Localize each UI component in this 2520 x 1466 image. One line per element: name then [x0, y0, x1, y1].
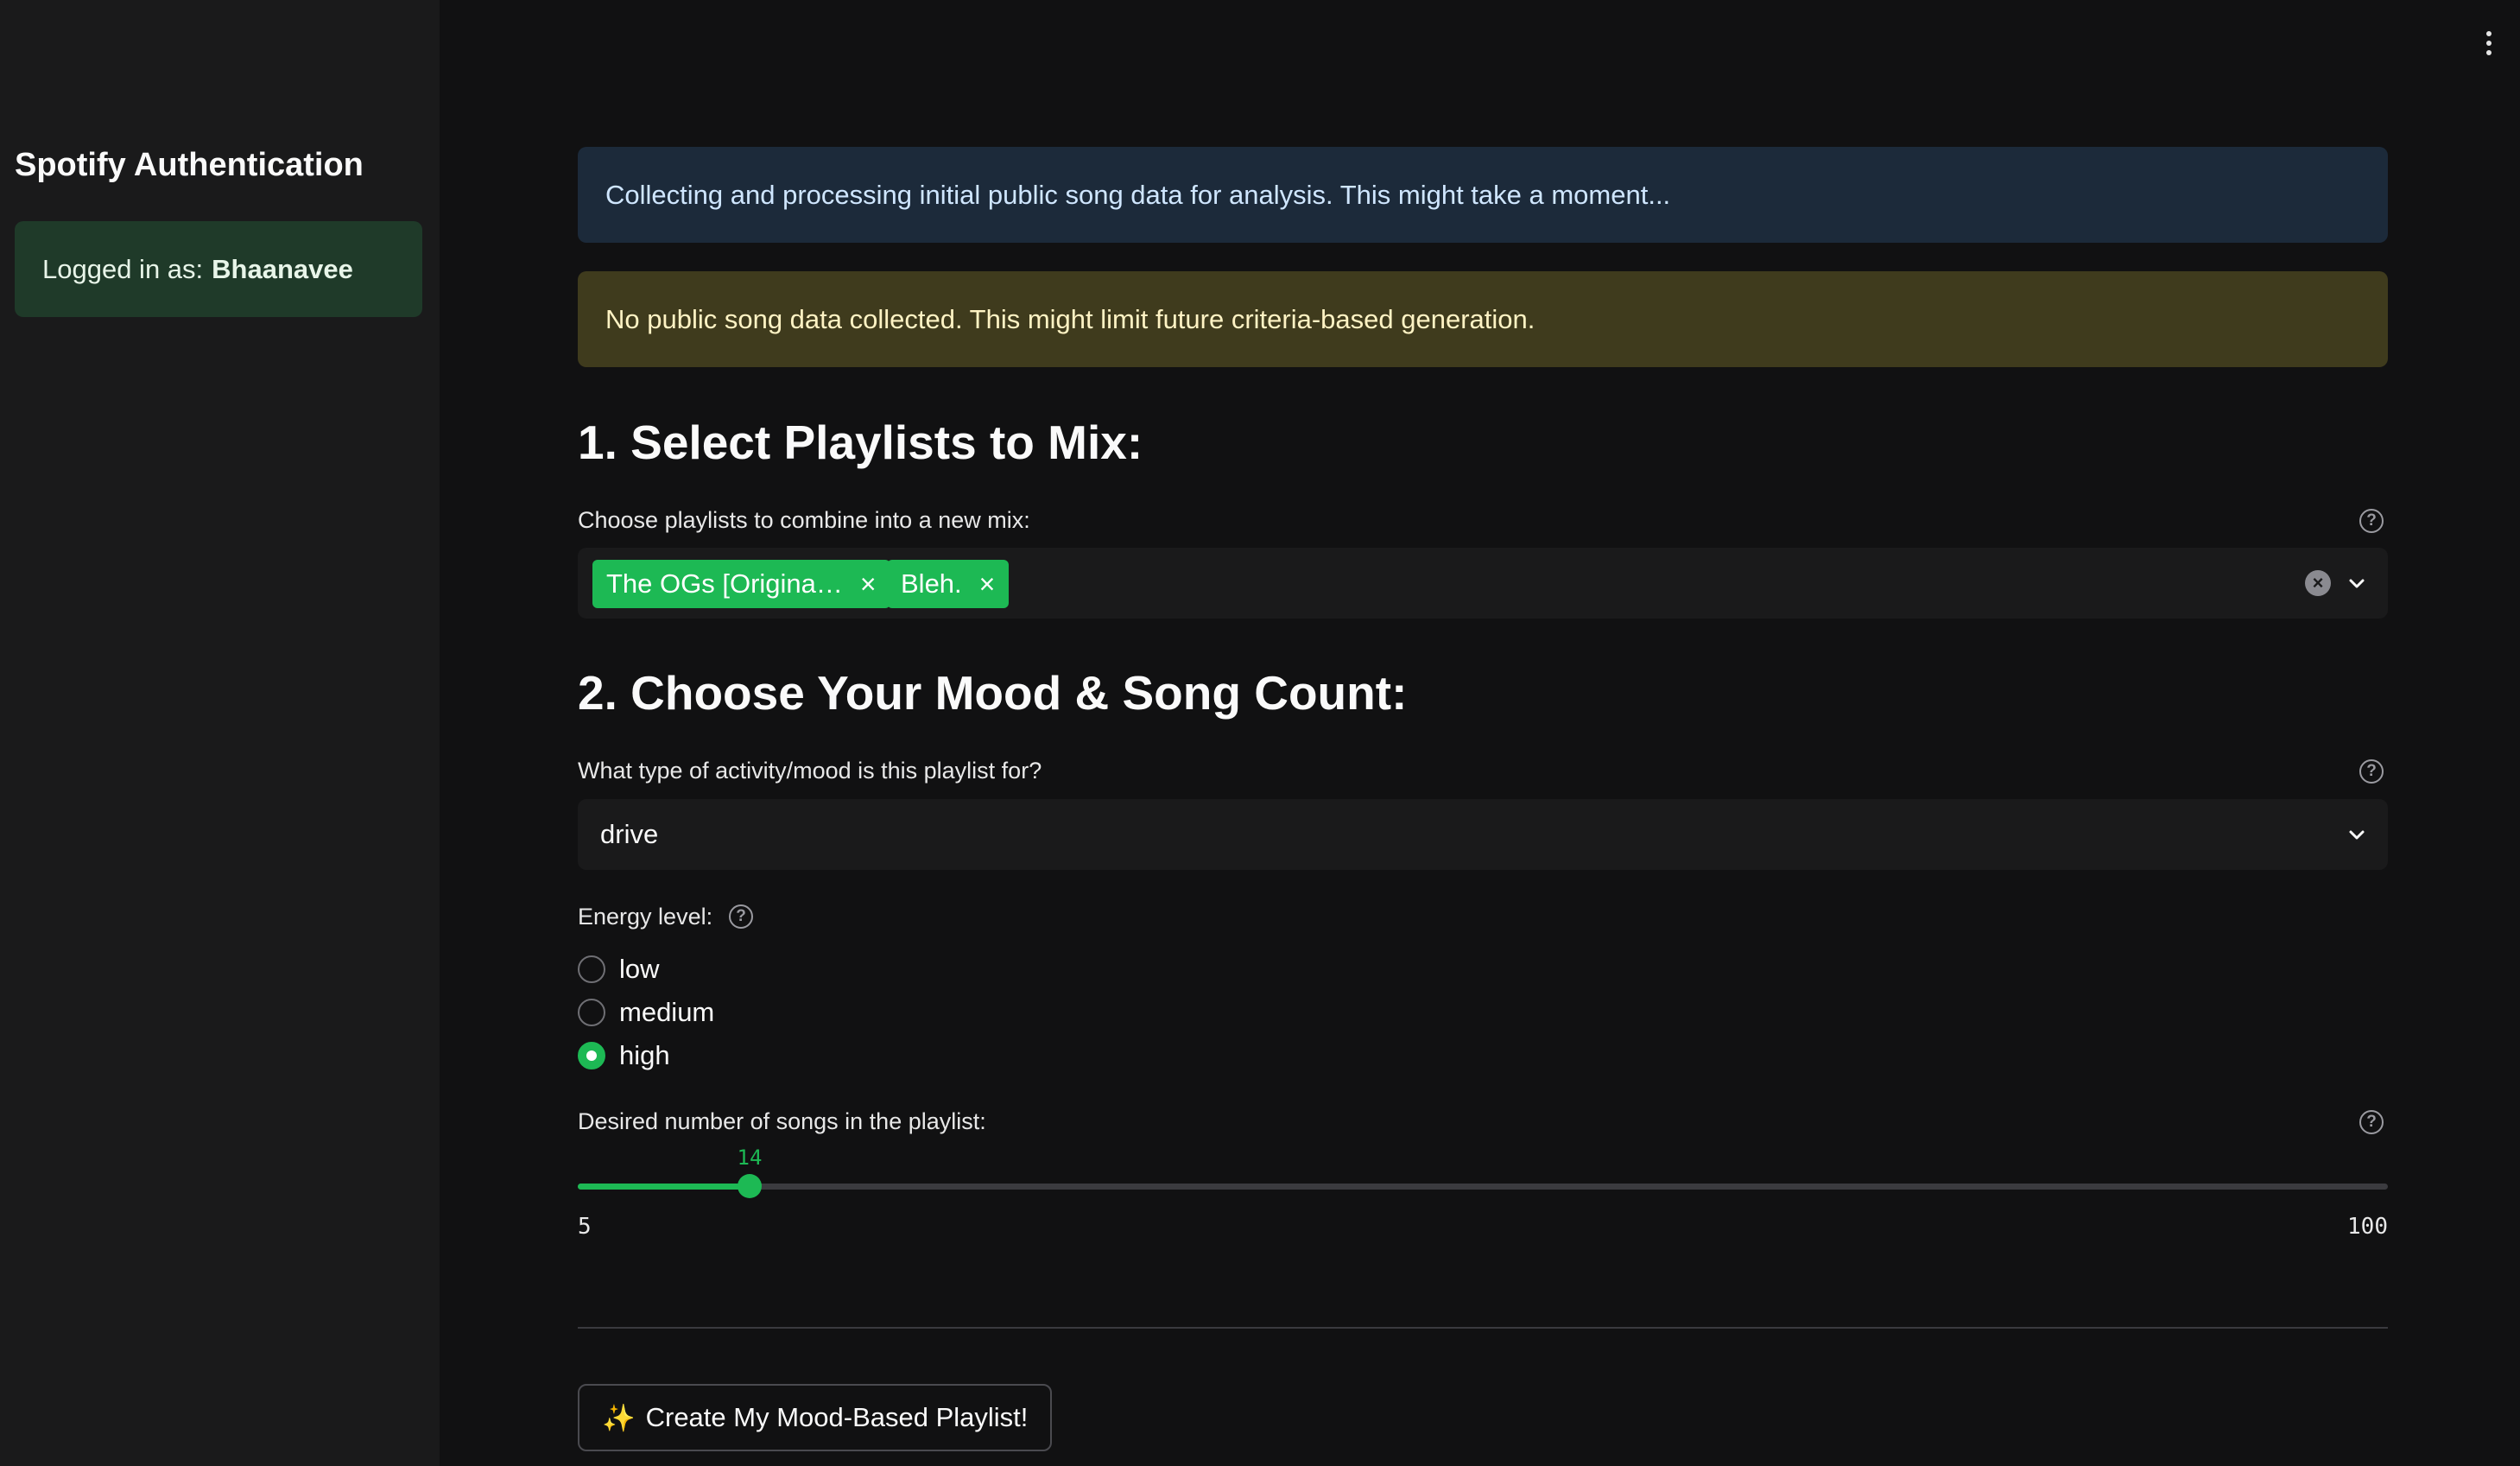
login-status-box: Logged in as: Bhaanavee: [15, 221, 422, 317]
playlist-multiselect[interactable]: The OGs [Origina… × Bleh. × ×: [578, 548, 2388, 619]
mood-select-value: drive: [600, 819, 659, 849]
sidebar-title: Spotify Authentication: [15, 147, 364, 183]
help-icon[interactable]: ?: [2359, 759, 2384, 784]
slider-max-label: 100: [2347, 1214, 2388, 1240]
chevron-down-icon[interactable]: [2346, 824, 2367, 845]
radio-label: low: [619, 954, 660, 984]
divider: [578, 1327, 2388, 1329]
radio-label: medium: [619, 997, 715, 1027]
clear-all-icon[interactable]: ×: [2305, 570, 2331, 596]
warning-alert: No public song data collected. This migh…: [578, 271, 2388, 367]
create-playlist-button[interactable]: ✨ Create My Mood-Based Playlist!: [578, 1384, 1053, 1451]
playlist-chip-label: Bleh.: [901, 568, 962, 599]
info-alert: Collecting and processing initial public…: [578, 147, 2388, 243]
playlist-chip-label: The OGs [Origina…: [606, 568, 843, 599]
radio-button[interactable]: [578, 955, 605, 983]
slider-min-label: 5: [578, 1214, 592, 1240]
energy-option-medium[interactable]: medium: [578, 997, 714, 1028]
create-button-label: Create My Mood-Based Playlist!: [645, 1402, 1029, 1432]
songs-count-slider[interactable]: [578, 1174, 2388, 1198]
section1-heading: 1. Select Playlists to Mix:: [578, 416, 1143, 469]
main-menu-icon[interactable]: [2484, 31, 2494, 60]
warning-alert-text: No public song data collected. This migh…: [605, 303, 1535, 334]
login-prefix: Logged in as:: [42, 253, 204, 284]
slider-value-label: 14: [737, 1146, 763, 1170]
chip-remove-icon[interactable]: ×: [979, 570, 996, 598]
help-icon[interactable]: ?: [2359, 509, 2384, 533]
energy-option-low[interactable]: low: [578, 954, 660, 985]
mood-select[interactable]: drive: [578, 799, 2388, 870]
playlist-chip[interactable]: Bleh. ×: [887, 560, 1010, 608]
radio-label: high: [619, 1040, 670, 1070]
slider-fill: [578, 1184, 750, 1190]
info-alert-text: Collecting and processing initial public…: [605, 179, 1671, 210]
radio-button-selected[interactable]: [578, 1042, 605, 1069]
username: Bhaanavee: [212, 253, 353, 284]
sparkles-icon: ✨: [602, 1402, 636, 1433]
energy-option-high[interactable]: high: [578, 1040, 670, 1071]
chevron-down-icon[interactable]: [2346, 573, 2367, 593]
playlist-chip[interactable]: The OGs [Origina… ×: [592, 560, 890, 608]
help-icon[interactable]: ?: [729, 904, 753, 929]
songs-count-label: Desired number of songs in the playlist:: [578, 1108, 986, 1134]
radio-button[interactable]: [578, 999, 605, 1026]
sidebar: Spotify Authentication Logged in as: Bha…: [0, 0, 440, 1466]
slider-thumb[interactable]: [738, 1174, 762, 1198]
help-icon[interactable]: ?: [2359, 1110, 2384, 1134]
energy-label: Energy level:: [578, 904, 713, 930]
chip-remove-icon[interactable]: ×: [860, 570, 877, 598]
playlists-label: Choose playlists to combine into a new m…: [578, 507, 1030, 533]
mood-label: What type of activity/mood is this playl…: [578, 758, 1042, 784]
section2-heading: 2. Choose Your Mood & Song Count:: [578, 666, 1408, 720]
